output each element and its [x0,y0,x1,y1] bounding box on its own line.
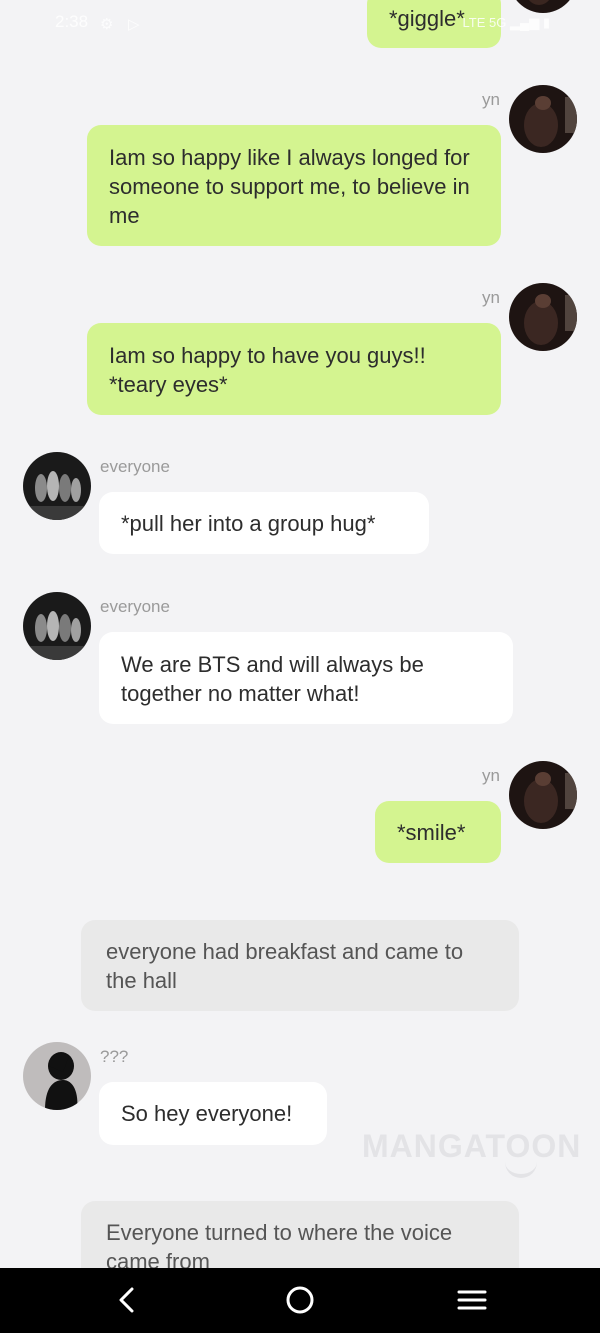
menu-button[interactable] [452,1282,492,1318]
status-bar: 2:38 ⚙ ▷ LTE 5G ▂▄▆ ▮ [0,0,600,48]
message-text: Iam so happy to have you guys!! *teary e… [109,343,426,397]
sender-name: yn [482,288,500,307]
sender-name: yn [482,766,500,785]
status-time: 2:38 [55,12,89,31]
watermark: MANGATOON [362,1128,582,1164]
narration-text: everyone had breakfast and came to the h… [106,939,464,993]
message-bubble-self: *smile* [375,801,501,863]
back-button[interactable] [106,1282,146,1318]
sender-name: ??? [100,1047,129,1066]
message-bubble-other: We are BTS and will always be together n… [99,632,513,724]
play-store-icon: ▷ [128,16,140,33]
message-bubble-self: Iam so happy to have you guys!! *teary e… [87,323,501,415]
message-text: So hey everyone! [121,1101,293,1126]
narration-text: Everyone turned to where the voice came … [106,1220,453,1274]
sender-name: yn [482,90,500,109]
message-text: Iam so happy like I always longed for so… [109,145,470,228]
network-label: 5G [489,15,507,30]
home-icon [286,1286,314,1314]
back-icon [119,1287,134,1313]
network-indicator: LTE 5G ▂▄▆ ▮ [463,15,550,31]
message-bubble-other: *pull her into a group hug* [99,492,429,554]
avatar-everyone[interactable] [23,592,91,660]
sender-name: everyone [100,457,170,476]
menu-icon [457,1290,487,1310]
battery-icon: ▮ [542,15,550,30]
settings-icon: ⚙ [100,16,114,33]
sender-name: everyone [100,597,170,616]
message-bubble-other: So hey everyone! [99,1082,327,1145]
message-bubble-self: Iam so happy like I always longed for so… [87,125,501,246]
avatar-yn[interactable] [509,85,577,153]
home-button[interactable] [280,1282,320,1318]
avatar-everyone[interactable] [23,452,91,520]
message-text: *pull her into a group hug* [121,511,376,536]
avatar-unknown[interactable] [23,1042,91,1110]
lte-label: LTE [462,15,486,30]
message-text: *smile* [397,820,466,845]
watermark-smile-icon [505,1158,537,1178]
avatar-yn[interactable] [509,283,577,351]
message-text: We are BTS and will always be together n… [121,652,424,706]
signal-icon: ▂▄▆ [510,15,540,30]
avatar-yn[interactable] [509,761,577,829]
navigation-bar [0,1268,600,1333]
narration-bubble: everyone had breakfast and came to the h… [81,920,519,1011]
